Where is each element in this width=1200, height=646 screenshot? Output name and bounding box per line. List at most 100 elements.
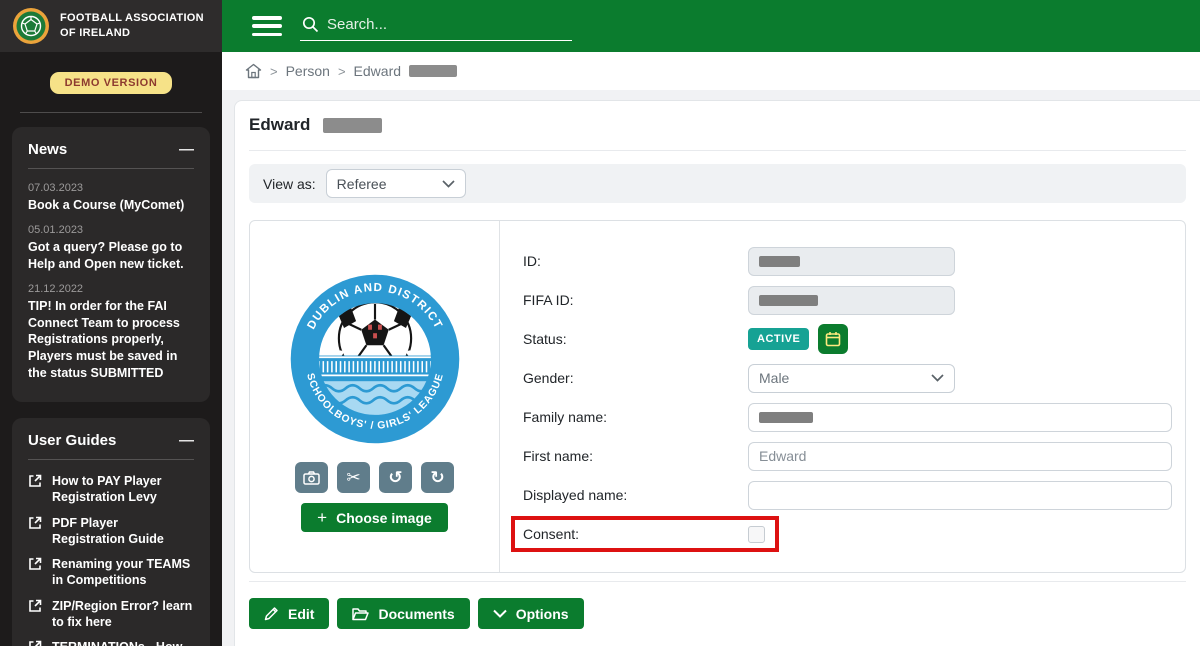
- chevron-down-icon: [931, 374, 944, 382]
- camera-icon: [303, 471, 320, 485]
- rotate-left-button[interactable]: ↺: [379, 462, 412, 493]
- chevron-down-icon: [442, 180, 455, 188]
- gender-select[interactable]: Male: [748, 364, 955, 393]
- field-row-displayed-name: Displayed name:: [523, 480, 1172, 510]
- external-link-icon: [28, 557, 42, 571]
- field-row-status: Status: ACTIVE: [523, 324, 1172, 354]
- view-as-select[interactable]: Referee: [326, 169, 466, 198]
- page-title-row: Edward: [249, 115, 1186, 135]
- rotate-right-button[interactable]: ↻: [421, 462, 454, 493]
- gender-value: Male: [759, 370, 789, 386]
- topbar: [222, 0, 1200, 52]
- family-name-label: Family name:: [523, 409, 748, 425]
- demo-version-badge[interactable]: DEMO VERSION: [50, 72, 173, 94]
- user-guides-title: User Guides: [28, 432, 116, 449]
- gender-label: Gender:: [523, 370, 748, 386]
- news-date: 07.03.2023: [28, 182, 194, 194]
- options-button[interactable]: Options: [478, 598, 584, 629]
- redacted-surname: [323, 118, 382, 133]
- home-icon[interactable]: [245, 63, 262, 79]
- fifa-id-label: FIFA ID:: [523, 292, 748, 308]
- page-title: Edward: [249, 115, 310, 134]
- displayed-name-input[interactable]: [759, 487, 1161, 503]
- guide-label: PDF Player Registration Guide: [52, 515, 194, 548]
- collapse-news-icon[interactable]: —: [179, 142, 194, 157]
- news-item[interactable]: 05.01.2023 Got a query? Please go to Hel…: [28, 224, 194, 273]
- status-history-button[interactable]: [818, 324, 848, 354]
- news-date: 21.12.2022: [28, 283, 194, 295]
- displayed-name-field: [748, 481, 1172, 510]
- first-name-input[interactable]: [759, 448, 1161, 464]
- documents-button[interactable]: Documents: [337, 598, 469, 629]
- chevron-down-icon: [493, 609, 507, 618]
- field-row-fifa-id: FIFA ID:: [523, 285, 1172, 315]
- displayed-name-label: Displayed name:: [523, 487, 748, 503]
- sidebar-divider: [20, 112, 202, 113]
- external-link-icon: [28, 640, 42, 646]
- person-detail-panel: DUBLIN AND DISTRICT SCHOOLBOYS' / GIRLS'…: [249, 220, 1186, 573]
- breadcrumb-separator: >: [338, 64, 346, 79]
- search-input[interactable]: [327, 16, 547, 33]
- actions-row: Edit Documents Options: [249, 598, 1186, 629]
- view-as-value: Referee: [337, 176, 387, 192]
- field-row-gender: Gender: Male: [523, 363, 1172, 393]
- guide-link[interactable]: Renaming your TEAMS in Competitions: [28, 556, 194, 589]
- guide-label: ZIP/Region Error? learn to fix here: [52, 598, 194, 631]
- field-row-consent: Consent:: [523, 519, 1172, 549]
- consent-checkbox[interactable]: [748, 526, 765, 543]
- family-name-field[interactable]: [748, 403, 1172, 432]
- guide-label: How to PAY Player Registration Levy: [52, 473, 194, 506]
- search-icon: [302, 16, 319, 33]
- photo-column: DUBLIN AND DISTRICT SCHOOLBOYS' / GIRLS'…: [250, 221, 500, 572]
- redacted-surname: [409, 65, 457, 77]
- sidebar: FOOTBALL ASSOCIATION OF IRELAND DEMO VER…: [0, 0, 222, 646]
- collapse-guides-icon[interactable]: —: [179, 433, 194, 448]
- view-as-bar: View as: Referee: [249, 164, 1186, 203]
- status-label: Status:: [523, 331, 748, 347]
- guide-link[interactable]: ZIP/Region Error? learn to fix here: [28, 598, 194, 631]
- breadcrumb: > Person > Edward: [222, 52, 1200, 90]
- guide-link[interactable]: PDF Player Registration Guide: [28, 515, 194, 548]
- brand-header: FOOTBALL ASSOCIATION OF IRELAND: [0, 0, 222, 52]
- guide-link[interactable]: How to PAY Player Registration Levy: [28, 473, 194, 506]
- news-item[interactable]: 21.12.2022 TIP! In order for the FAI Con…: [28, 283, 194, 382]
- choose-image-button[interactable]: + Choose image: [301, 503, 448, 532]
- sidebar-body: DEMO VERSION News — 07.03.2023 Book a Co…: [0, 52, 222, 646]
- options-label: Options: [516, 606, 569, 622]
- guide-label: Renaming your TEAMS in Competitions: [52, 556, 194, 589]
- view-as-label: View as:: [263, 176, 316, 192]
- redacted-fifa-id-value: [759, 295, 818, 306]
- title-divider: [249, 150, 1186, 151]
- guide-link[interactable]: TERMINATIONs - How to Release Player's: [28, 639, 194, 646]
- consent-label: Consent:: [523, 526, 748, 542]
- edit-label: Edit: [288, 606, 314, 622]
- menu-icon[interactable]: [252, 16, 282, 36]
- search-bar: [300, 12, 572, 41]
- news-item-title: TIP! In order for the FAI Connect Team t…: [28, 298, 194, 382]
- external-link-icon: [28, 599, 42, 613]
- camera-button[interactable]: [295, 462, 328, 493]
- rotate-right-icon: ↻: [430, 468, 444, 488]
- main-area: > Person > Edward Edward View as: Refere…: [222, 0, 1200, 646]
- crop-button[interactable]: ✂: [337, 462, 370, 493]
- content-background: Edward View as: Referee: [222, 90, 1200, 646]
- scissors-icon: ✂: [346, 468, 360, 488]
- documents-label: Documents: [378, 606, 454, 622]
- news-item-title: Got a query? Please go to Help and Open …: [28, 239, 194, 273]
- id-field: [748, 247, 955, 276]
- redacted-family-name-value: [759, 412, 813, 423]
- pencil-icon: [264, 606, 279, 621]
- person-card: Edward View as: Referee: [234, 100, 1200, 646]
- rotate-left-icon: ↺: [388, 468, 402, 488]
- edit-button[interactable]: Edit: [249, 598, 329, 629]
- redacted-id-value: [759, 256, 800, 267]
- news-item[interactable]: 07.03.2023 Book a Course (MyComet): [28, 182, 194, 214]
- news-item-title: Book a Course (MyComet): [28, 197, 194, 214]
- plus-icon: +: [317, 508, 327, 528]
- user-guides-panel: User Guides — How to PAY Player Registra…: [12, 418, 210, 646]
- app-window: FOOTBALL ASSOCIATION OF IRELAND DEMO VER…: [0, 0, 1200, 646]
- breadcrumb-separator: >: [270, 64, 278, 79]
- breadcrumb-person[interactable]: Person: [286, 63, 330, 79]
- status-badge: ACTIVE: [748, 328, 809, 350]
- folder-open-icon: [352, 607, 369, 621]
